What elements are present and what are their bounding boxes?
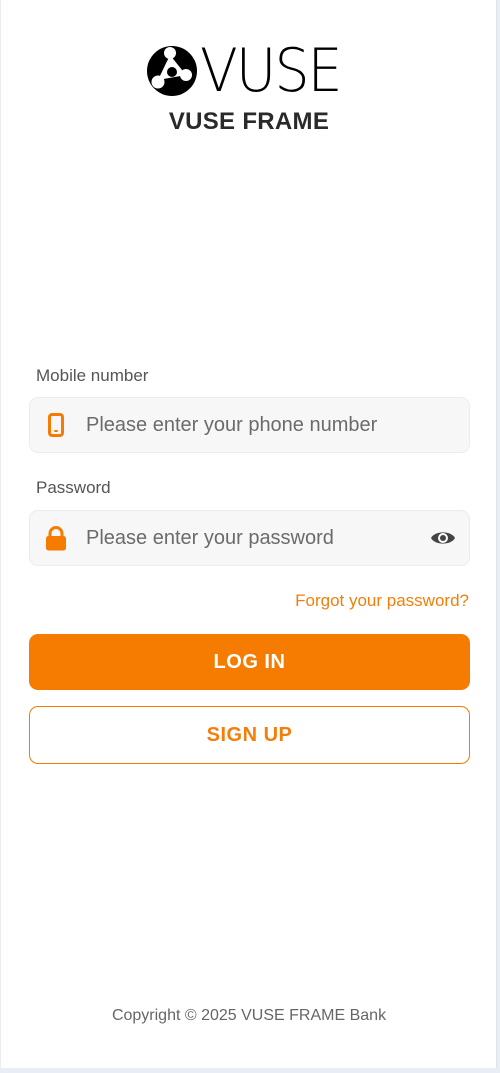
mobile-number-field[interactable] bbox=[29, 397, 470, 453]
brand-logo: VUSE bbox=[1, 36, 497, 106]
vuse-logo-mark-icon bbox=[146, 46, 197, 96]
copyright-text: Copyright © 2025 VUSE FRAME Bank bbox=[111, 1007, 387, 1024]
mobile-number-input[interactable] bbox=[80, 398, 469, 452]
app-title: VUSE FRAME bbox=[168, 108, 330, 135]
password-label: Password bbox=[36, 478, 111, 497]
password-field[interactable] bbox=[29, 510, 470, 566]
login-page: VUSE VUSE FRAME Mobile number Password bbox=[1, 0, 497, 1068]
mobile-number-label: Mobile number bbox=[36, 366, 149, 385]
eye-icon[interactable] bbox=[417, 529, 469, 547]
password-input[interactable] bbox=[80, 511, 417, 565]
logo-wordmark: VUSE bbox=[199, 36, 343, 106]
forgot-password-link[interactable]: Forgot your password? bbox=[295, 591, 469, 611]
login-button[interactable]: LOG IN bbox=[29, 634, 470, 690]
phone-icon bbox=[32, 413, 80, 437]
lock-icon bbox=[32, 525, 80, 551]
signup-button[interactable]: SIGN UP bbox=[29, 706, 470, 764]
